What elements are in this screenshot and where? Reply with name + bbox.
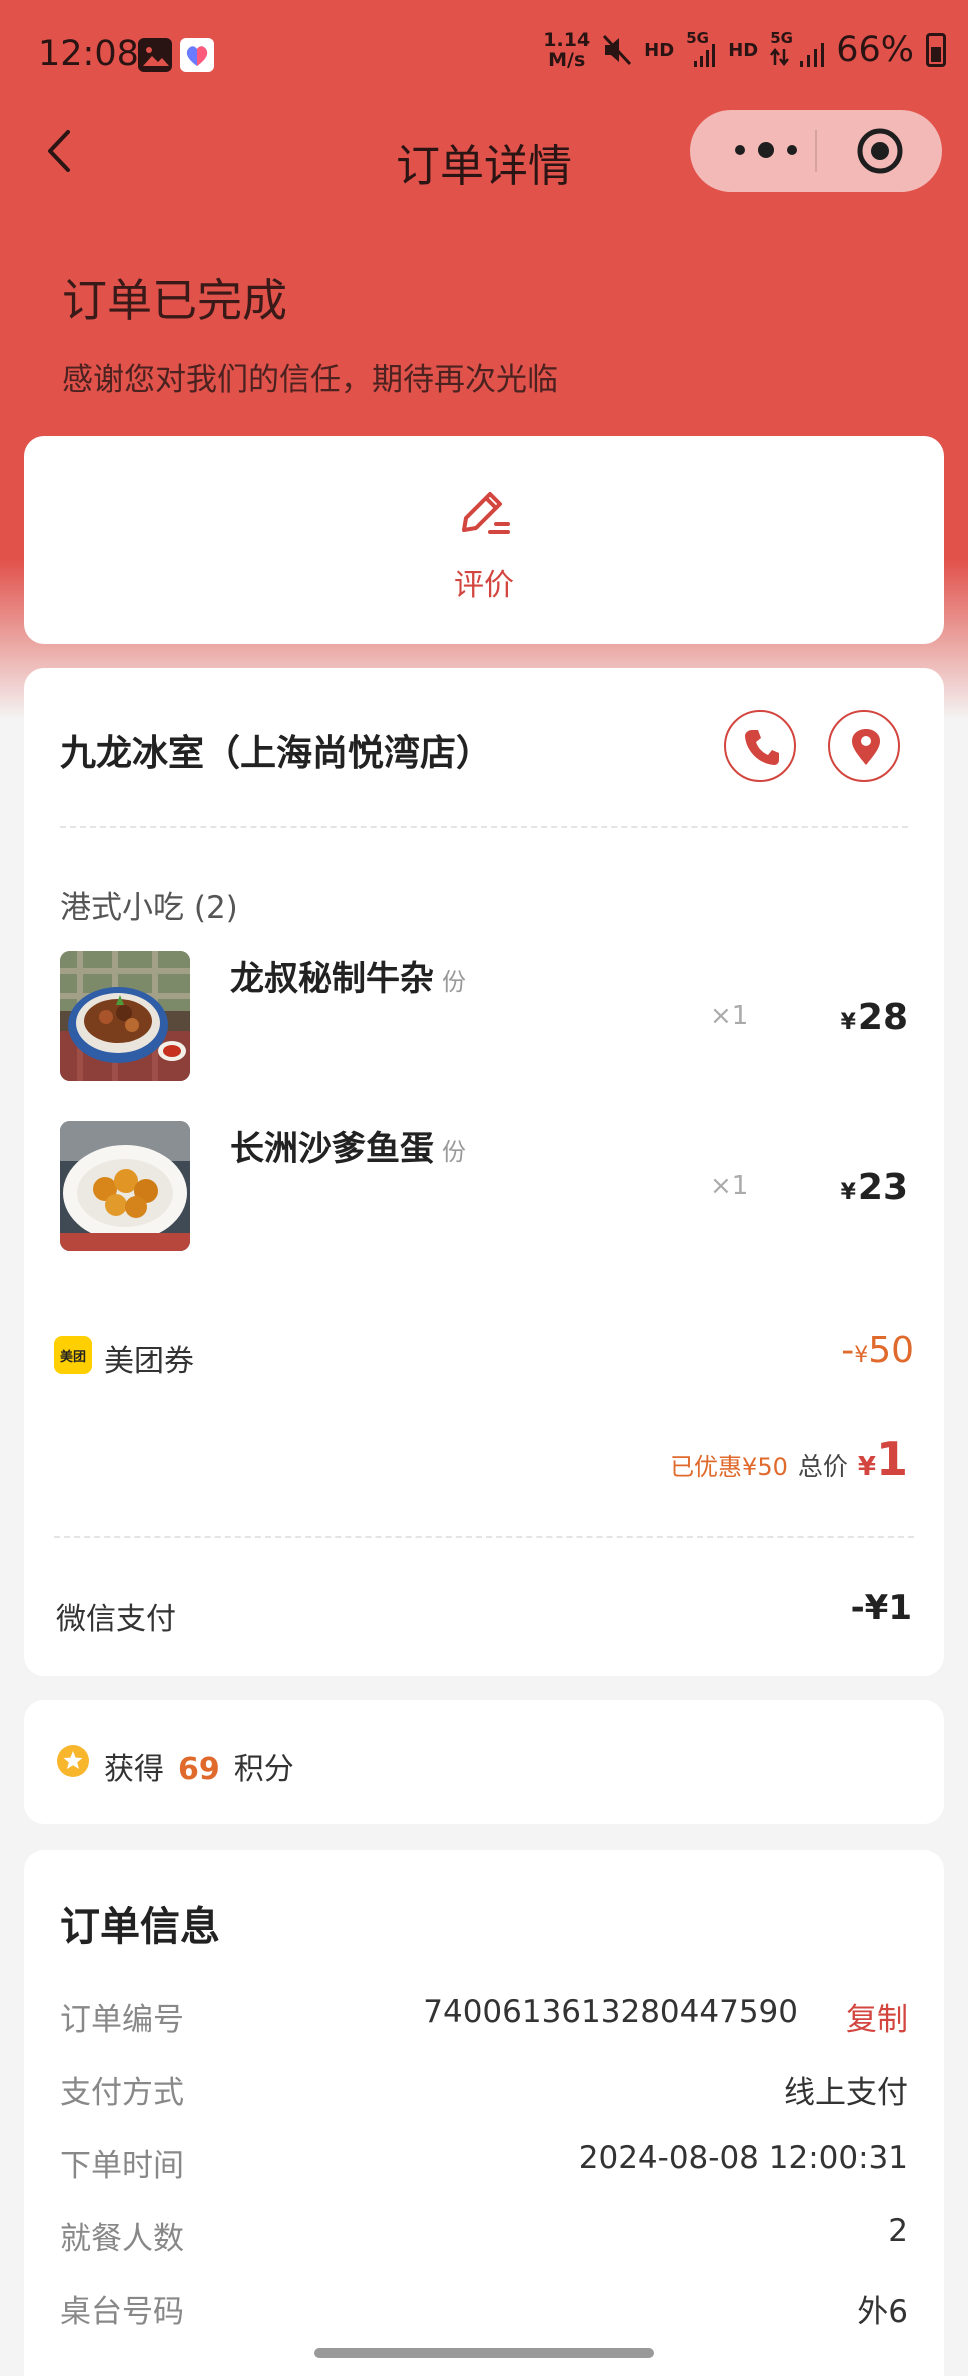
order-card: 九龙冰室（上海尚悦湾店） 港式小吃 (2) 龙叔秘制牛杂份 ×1 ¥28 长洲沙… bbox=[24, 668, 944, 1676]
divider bbox=[54, 1536, 914, 1538]
meituan-logo-icon: 美团 bbox=[54, 1336, 92, 1374]
currency-symbol: ¥ bbox=[840, 1180, 856, 1205]
list-item[interactable]: 龙叔秘制牛杂份 ×1 ¥28 bbox=[60, 951, 908, 1081]
food-image bbox=[60, 951, 190, 1081]
order-time-row: 下单时间 2024-08-08 12:00:31 bbox=[60, 2140, 908, 2184]
miniprogram-capsule bbox=[690, 110, 942, 192]
star-coin-icon bbox=[57, 1745, 89, 1777]
item-name-text: 龙叔秘制牛杂 bbox=[230, 959, 434, 999]
gallery-notification-icon bbox=[138, 38, 172, 72]
coupon-label: 美团券 bbox=[104, 1344, 194, 1379]
info-key: 支付方式 bbox=[60, 2075, 184, 2111]
network-speed: 1.14 M/s bbox=[543, 30, 590, 70]
hd-label-1: HD bbox=[644, 39, 675, 61]
info-key: 下单时间 bbox=[60, 2148, 184, 2184]
phone-icon bbox=[745, 730, 779, 765]
total-row: 已优惠¥50 总价 ¥1 bbox=[670, 1432, 908, 1486]
order-status-subtitle: 感谢您对我们的信任，期待再次光临 bbox=[62, 362, 558, 398]
category-label: 港式小吃 (2) bbox=[60, 890, 238, 926]
status-bar: 12:08 1.14 M/s HD 5G HD 5G 66% bbox=[0, 0, 968, 110]
points-text: 获得 69 积分 bbox=[104, 1744, 294, 1788]
discount-saved: 已优惠¥50 bbox=[670, 1453, 788, 1481]
capsule-divider bbox=[815, 130, 817, 172]
payment-method-label: 微信支付 bbox=[56, 1602, 176, 1637]
coupon-row: 美团 美团券 -¥50 bbox=[54, 1330, 914, 1380]
more-options-button[interactable] bbox=[722, 130, 812, 170]
item-quantity: ×1 bbox=[710, 1001, 749, 1031]
network-speed-value: 1.14 bbox=[543, 29, 591, 51]
payment-amount: -¥1 bbox=[850, 1588, 912, 1628]
info-value: 线上支付 bbox=[784, 2075, 908, 2111]
battery-percent: 66% bbox=[836, 30, 914, 70]
table-number-row: 桌台号码 外6 bbox=[60, 2286, 908, 2330]
currency-symbol: ¥ bbox=[857, 1452, 876, 1482]
item-unit: 份 bbox=[442, 1138, 466, 1166]
copy-button[interactable]: 复制 bbox=[846, 1994, 908, 2039]
info-value: 2024-08-08 12:00:31 bbox=[578, 2140, 908, 2176]
payment-type-row: 支付方式 线上支付 bbox=[60, 2067, 908, 2111]
info-key: 桌台号码 bbox=[60, 2294, 184, 2330]
review-label: 评价 bbox=[454, 568, 514, 603]
order-info-card: 订单信息 订单编号 7400613613280447590 复制 支付方式 线上… bbox=[24, 1850, 944, 2376]
network-speed-unit: M/s bbox=[548, 49, 586, 71]
coupon-amount: -¥50 bbox=[841, 1330, 914, 1371]
nav-bar: 订单详情 bbox=[0, 110, 968, 192]
info-key: 订单编号 bbox=[60, 2002, 184, 2038]
item-name: 长洲沙爹鱼蛋份 bbox=[230, 1121, 466, 1170]
order-info-title: 订单信息 bbox=[60, 1904, 220, 1950]
battery-icon bbox=[926, 33, 946, 67]
coupon-amount-value: 50 bbox=[868, 1330, 914, 1371]
info-value: 外6 bbox=[857, 2294, 908, 2330]
edit-pen-icon bbox=[462, 492, 510, 534]
total-label: 总价 bbox=[797, 1452, 848, 1481]
info-key: 就餐人数 bbox=[60, 2221, 184, 2257]
home-indicator[interactable] bbox=[314, 2348, 654, 2358]
currency-symbol: ¥ bbox=[840, 1010, 856, 1035]
item-name-text: 长洲沙爹鱼蛋 bbox=[230, 1129, 434, 1169]
shop-name[interactable]: 九龙冰室（上海尚悦湾店） bbox=[60, 724, 492, 776]
item-name: 龙叔秘制牛杂份 bbox=[230, 951, 466, 1000]
order-status-title: 订单已完成 bbox=[62, 274, 288, 327]
total-price: ¥1 bbox=[858, 1432, 908, 1486]
food-image bbox=[60, 1121, 190, 1251]
item-price: ¥28 bbox=[841, 997, 908, 1038]
close-miniprogram-button[interactable] bbox=[855, 126, 905, 176]
status-time: 12:08 bbox=[38, 34, 139, 74]
points-value: 69 bbox=[178, 1752, 220, 1787]
item-price: ¥23 bbox=[841, 1167, 908, 1208]
currency-symbol: ¥ bbox=[854, 1343, 869, 1368]
total-price-value: 1 bbox=[875, 1432, 908, 1486]
target-icon bbox=[857, 128, 903, 174]
info-value: 2 bbox=[888, 2213, 908, 2249]
points-card: 获得 69 积分 bbox=[24, 1700, 944, 1824]
item-quantity: ×1 bbox=[710, 1171, 749, 1201]
hd-label-2: HD bbox=[728, 39, 759, 61]
network-type-2: 5G bbox=[770, 29, 793, 47]
item-unit: 份 bbox=[442, 968, 466, 996]
order-number-row: 订单编号 7400613613280447590 复制 bbox=[60, 1994, 908, 2038]
mute-icon bbox=[603, 34, 632, 66]
signal-5g-2-icon: 5G bbox=[770, 29, 825, 67]
signal-5g-1-icon: 5G bbox=[686, 29, 716, 67]
call-shop-button[interactable] bbox=[724, 710, 796, 782]
guest-count-row: 就餐人数 2 bbox=[60, 2213, 908, 2257]
location-pin-icon bbox=[852, 729, 880, 765]
shop-location-button[interactable] bbox=[828, 710, 900, 782]
list-item[interactable]: 长洲沙爹鱼蛋份 ×1 ¥23 bbox=[60, 1121, 908, 1251]
divider bbox=[60, 826, 908, 828]
more-dots-icon bbox=[735, 142, 797, 158]
payment-row: 微信支付 -¥1 bbox=[56, 1588, 912, 1638]
points-suffix: 积分 bbox=[233, 1752, 294, 1787]
item-price-value: 28 bbox=[857, 997, 908, 1038]
review-card[interactable]: 评价 bbox=[24, 436, 944, 644]
order-number-value: 7400613613280447590 bbox=[423, 1994, 798, 2030]
item-price-value: 23 bbox=[857, 1167, 908, 1208]
points-prefix: 获得 bbox=[104, 1752, 164, 1787]
coupon-sign: - bbox=[841, 1330, 855, 1371]
health-app-notification-icon bbox=[180, 38, 214, 72]
